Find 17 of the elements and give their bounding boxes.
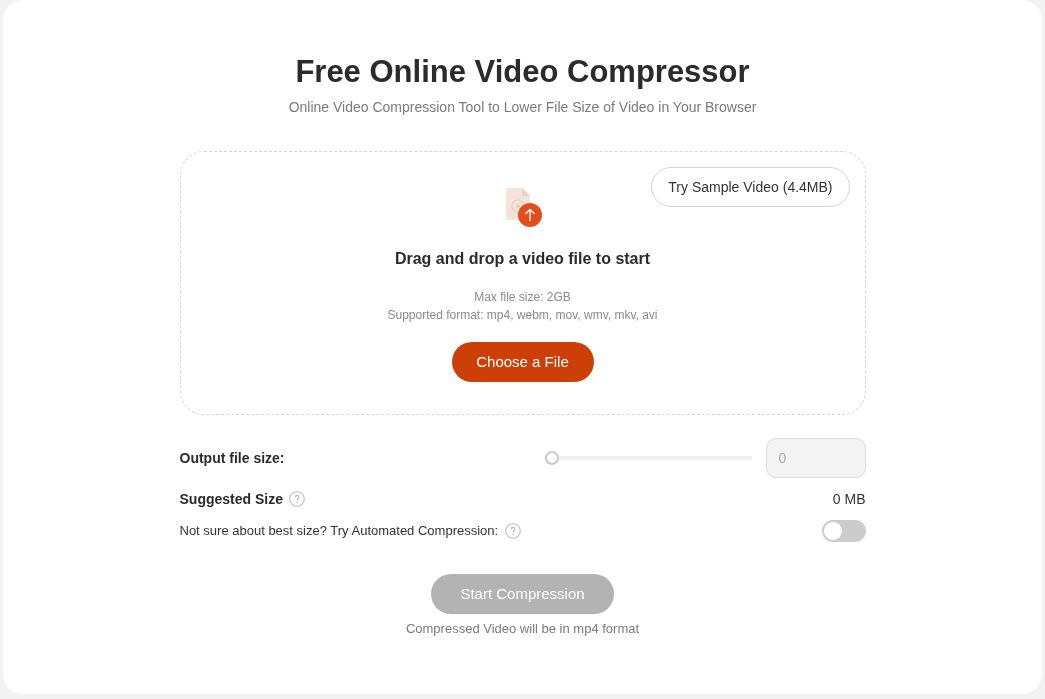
suggested-size-label: Suggested Size (179, 489, 283, 509)
slider-thumb[interactable] (544, 451, 559, 465)
suggested-size-value: 0 MB (832, 489, 866, 509)
auto-compression-label: Not sure about best size? Try Automated Compression: (179, 522, 499, 541)
try-sample-button[interactable]: Try Sample Video (4.4MB) (651, 167, 850, 207)
output-size-label: Output file size: (179, 448, 285, 468)
choose-file-button[interactable]: Choose a File (451, 342, 594, 382)
format-note: Compressed Video will be in mp4 format (405, 620, 640, 638)
help-icon[interactable] (288, 491, 305, 507)
drop-heading: Drag and drop a video file to start (394, 249, 651, 269)
max-size-text: Max file size: 2GB (474, 289, 571, 306)
formats-text: Supported format: mp4, webm, mov, wmv, mkv, avi (387, 307, 658, 324)
auto-compression-toggle[interactable] (821, 520, 866, 542)
page-subtitle: Online Video Compression Tool to Lower File Size of Video in Your Browser (288, 98, 757, 117)
drop-zone[interactable]: Try Sample Video (4.4MB) Drag and drop a video file to start Max file size: 2GB Supported format: mp4, webm, mov, wmv, mkv, avi Choose a File (179, 151, 866, 415)
help-icon[interactable] (505, 523, 522, 539)
page-title: Free Online Video Compressor (295, 53, 750, 91)
